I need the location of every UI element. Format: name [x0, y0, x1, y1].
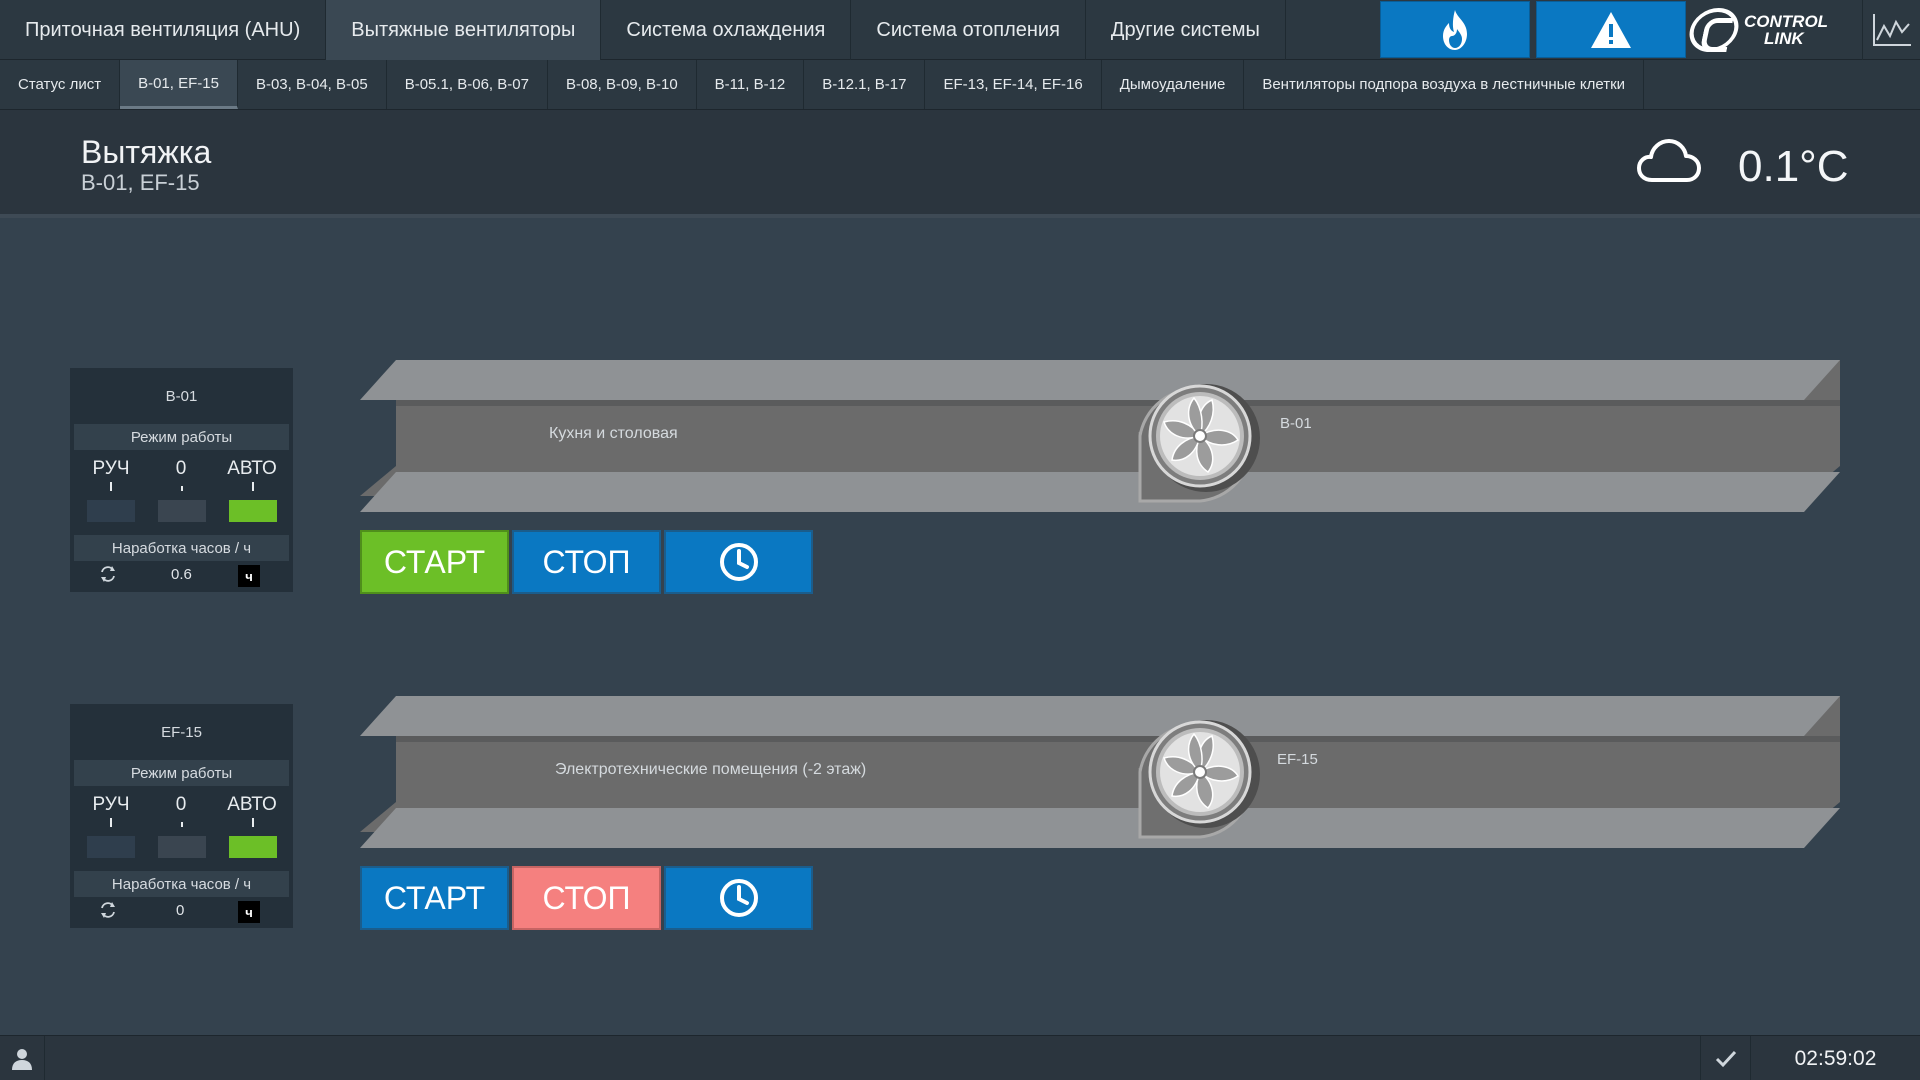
fire-alarm-button[interactable] [1380, 1, 1530, 58]
user-icon [12, 1048, 32, 1070]
outdoor-temperature: 0.1°C [1738, 142, 1849, 191]
status-bar: 02:59:02 [0, 1035, 1920, 1080]
mode-auto-indicator[interactable] [229, 836, 277, 858]
subtab-stair-pressurization[interactable]: Вентиляторы подпора воздуха в лестничные… [1244, 60, 1645, 109]
run-hours-value: 0 [176, 902, 185, 919]
mode-tick [181, 486, 183, 491]
stop-button[interactable]: СТОП [512, 866, 661, 930]
mode-auto-indicator[interactable] [229, 500, 277, 522]
mode-manual-indicator[interactable] [87, 500, 135, 522]
tab-heating-system[interactable]: Система отопления [851, 0, 1086, 60]
sub-nav: Статус лист B-01, EF-15 B-03, B-04, B-05… [0, 60, 1920, 110]
mode-tick [110, 482, 112, 491]
subtab-b03-b05[interactable]: B-03, B-04, B-05 [238, 60, 387, 109]
warning-alarm-button[interactable] [1536, 1, 1686, 58]
tab-supply-ventilation[interactable]: Приточная вентиляция (AHU) [0, 0, 327, 60]
schedule-button[interactable] [664, 530, 813, 594]
mode-tick [252, 482, 254, 491]
cloud-icon [1637, 139, 1701, 182]
acknowledge-button[interactable] [1700, 1036, 1750, 1080]
tab-exhaust-fans[interactable]: Вытяжные вентиляторы [326, 0, 602, 60]
subtab-b051-b07[interactable]: B-05.1, B-06, B-07 [387, 60, 548, 109]
start-button[interactable]: СТАРТ [360, 530, 509, 594]
duct-area-label: Электротехнические помещения (-2 этаж) [555, 761, 867, 778]
unit-panel-ef15: EF-15 Режим работы РУЧ 0 АВТО Наработка … [70, 704, 293, 928]
fan-tag-label: B-01 [1280, 415, 1312, 432]
tab-cooling-system[interactable]: Система охлаждения [601, 0, 852, 60]
logo-line-2: LINK [1764, 29, 1804, 48]
page-title: Вытяжка [81, 134, 212, 170]
run-hours-label: Наработка часов / ч [74, 535, 289, 561]
run-hours-unit: ч [238, 901, 260, 923]
subtab-b121-b17[interactable]: B-12.1, B-17 [804, 60, 926, 109]
reset-hours-icon[interactable] [98, 564, 118, 584]
mode-off-indicator[interactable] [158, 500, 206, 522]
run-hours-label: Наработка часов / ч [74, 871, 289, 897]
fan-tag-label: EF-15 [1277, 751, 1318, 768]
clock-icon [719, 879, 758, 917]
start-button[interactable]: СТАРТ [360, 866, 509, 930]
control-buttons-ef15: СТАРТ СТОП [360, 866, 813, 930]
subtab-status-list[interactable]: Статус лист [0, 60, 121, 109]
schedule-button[interactable] [664, 866, 813, 930]
unit-panel-b01: B-01 Режим работы РУЧ 0 АВТО Наработка ч… [70, 368, 293, 592]
mode-auto-label: АВТО [227, 458, 277, 479]
checkmark-icon [1715, 1050, 1736, 1067]
mode-label: Режим работы [74, 760, 289, 786]
clock-icon [719, 543, 758, 581]
page-subtitle: B-01, EF-15 [81, 170, 200, 195]
mode-manual-label: РУЧ [92, 458, 130, 479]
mode-tick [252, 818, 254, 827]
subtab-b08-b10[interactable]: B-08, B-09, B-10 [548, 60, 697, 109]
mode-auto-label: АВТО [227, 794, 277, 815]
mode-off-label: 0 [175, 458, 187, 479]
unit-name: B-01 [165, 388, 198, 405]
mode-tick [181, 822, 183, 827]
subtab-smoke-exhaust[interactable]: Дымоудаление [1102, 60, 1245, 109]
run-hours-value: 0.6 [171, 566, 192, 583]
mode-manual-label: РУЧ [92, 794, 130, 815]
logo-line-1: CONTROL [1744, 12, 1829, 31]
mode-off-label: 0 [175, 794, 187, 815]
line-chart-icon [1872, 14, 1911, 46]
mode-tick [110, 818, 112, 827]
warning-icon [1591, 11, 1631, 48]
subtab-b11-b12[interactable]: B-11, B-12 [697, 60, 805, 109]
run-hours-unit: ч [238, 565, 260, 587]
control-link-logo: CONTROL LINK [1685, 0, 1860, 60]
subtab-ef13-ef16[interactable]: EF-13, EF-14, EF-16 [925, 60, 1102, 109]
subtab-b01-ef15[interactable]: B-01, EF-15 [120, 60, 238, 109]
tab-other-systems[interactable]: Другие системы [1086, 0, 1286, 60]
unit-name: EF-15 [161, 724, 202, 741]
logo-mark [1685, 8, 1743, 52]
trend-chart-button[interactable] [1862, 0, 1920, 60]
mode-off-indicator[interactable] [158, 836, 206, 858]
page-header: Вытяжка B-01, EF-15 0.1°C [0, 110, 1920, 218]
mode-manual-indicator[interactable] [87, 836, 135, 858]
flame-icon [1443, 9, 1467, 50]
clock-display: 02:59:02 [1750, 1036, 1920, 1080]
control-buttons-b01: СТАРТ СТОП [360, 530, 813, 594]
mode-label: Режим работы [74, 424, 289, 450]
reset-hours-icon[interactable] [98, 900, 118, 920]
user-button[interactable] [0, 1036, 45, 1080]
duct-area-label: Кухня и столовая [549, 425, 678, 442]
stop-button[interactable]: СТОП [512, 530, 661, 594]
